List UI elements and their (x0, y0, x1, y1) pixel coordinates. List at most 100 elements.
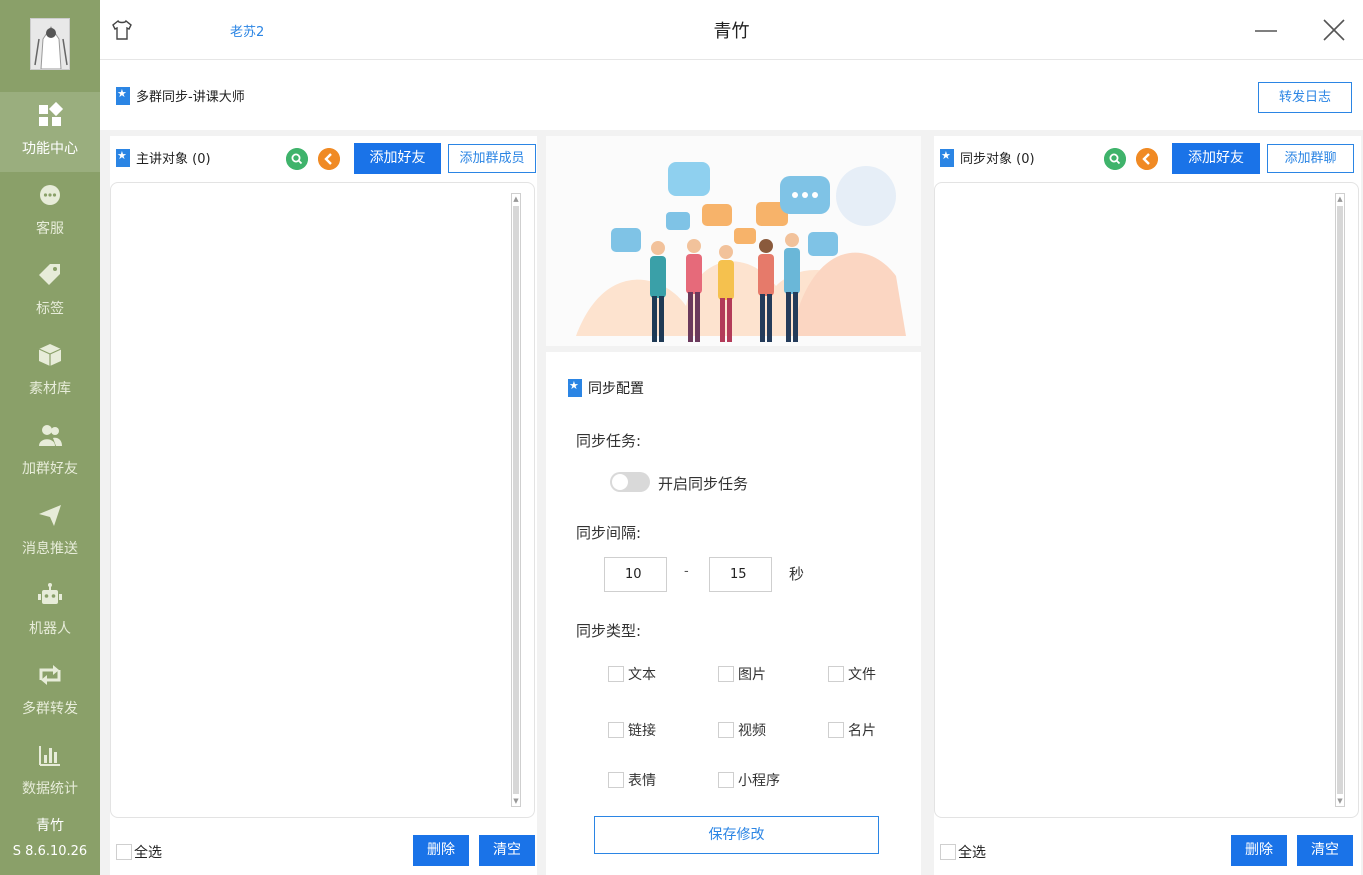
sidebar-item-materials[interactable]: 素材库 (0, 332, 100, 412)
interval-max-input[interactable]: 15 (709, 557, 772, 592)
minimize-icon[interactable] (1250, 14, 1282, 46)
sidebar-item-label: 多群转发 (22, 701, 78, 717)
host-list[interactable]: ▲ ▼ (110, 182, 535, 818)
shirt-icon[interactable] (110, 18, 134, 42)
bookmark-icon (568, 379, 582, 397)
sidebar-item-function-center[interactable]: 功能中心 (0, 92, 100, 172)
checkbox[interactable] (718, 666, 734, 682)
sidebar-item-label: 标签 (36, 301, 64, 317)
clear-button[interactable]: 清空 (479, 835, 535, 866)
panel-title: 同步对象 (0) (940, 148, 1035, 167)
checkbox[interactable] (608, 772, 624, 788)
sidebar-item-add-group-friends[interactable]: 加群好友 (0, 412, 100, 492)
chevron-left-icon[interactable] (318, 148, 340, 170)
host-panel: 主讲对象 (0) 添加好友 添加群成员 ▲ ▼ 全选 删除 清空 (110, 136, 537, 875)
add-friend-button[interactable]: 添加好友 (354, 143, 441, 174)
select-all-checkbox[interactable]: 全选 (940, 842, 986, 862)
sidebar-item-label: 数据统计 (22, 781, 78, 797)
interval-min-input[interactable]: 10 (604, 557, 667, 592)
app-version: S 8.6.10.26 (12, 844, 88, 859)
chevron-left-icon[interactable] (1136, 148, 1158, 170)
scrollbar[interactable]: ▲ ▼ (1335, 193, 1345, 807)
interval-unit: 秒 (789, 565, 805, 583)
sync-target-list[interactable]: ▲ ▼ (934, 182, 1359, 818)
sidebar-item-label: 功能中心 (22, 141, 78, 157)
type-image-checkbox[interactable]: 图片 (718, 664, 766, 684)
clear-button[interactable]: 清空 (1297, 835, 1353, 866)
robot-icon (38, 583, 62, 604)
add-member-button[interactable]: 添加群成员 (448, 144, 536, 173)
checkbox[interactable] (940, 844, 956, 860)
sync-interval-label: 同步间隔: (576, 524, 642, 542)
bookmark-icon (116, 148, 130, 167)
avatar[interactable] (30, 18, 70, 70)
type-file-checkbox[interactable]: 文件 (828, 664, 876, 684)
close-icon[interactable] (1318, 14, 1350, 46)
config-title: 同步配置 (568, 378, 644, 398)
scroll-down-icon[interactable]: ▼ (1336, 796, 1344, 806)
checkbox[interactable] (828, 722, 844, 738)
type-emoji-checkbox[interactable]: 表情 (608, 770, 656, 790)
sidebar-item-label: 素材库 (29, 381, 71, 397)
type-text-checkbox[interactable]: 文本 (608, 664, 656, 684)
type-card-checkbox[interactable]: 名片 (828, 720, 876, 740)
repeat-icon (39, 665, 61, 685)
search-icon[interactable] (286, 148, 308, 170)
panel-header: 同步对象 (0) 添加好友 添加群聊 (934, 136, 1361, 180)
sidebar-item-label: 加群好友 (22, 461, 78, 477)
sidebar-item-robot[interactable]: 机器人 (0, 572, 100, 652)
checkbox[interactable] (828, 666, 844, 682)
sync-task-toggle[interactable] (610, 472, 650, 492)
search-icon[interactable] (1104, 148, 1126, 170)
people-chat-illustration (546, 136, 921, 346)
panel-footer: 全选 删除 清空 (934, 830, 1361, 870)
forward-log-button[interactable]: 转发日志 (1258, 82, 1352, 113)
save-button[interactable]: 保存修改 (594, 816, 879, 854)
panel-footer: 全选 删除 清空 (110, 830, 537, 870)
sidebar-item-label: 客服 (36, 221, 64, 237)
type-video-checkbox[interactable]: 视频 (718, 720, 766, 740)
chart-icon (39, 746, 60, 766)
checkbox[interactable] (718, 722, 734, 738)
send-icon (39, 505, 61, 526)
sidebar-item-customer-service[interactable]: 客服 (0, 172, 100, 252)
type-miniprogram-checkbox[interactable]: 小程序 (718, 770, 780, 790)
scroll-up-icon[interactable]: ▲ (1336, 194, 1344, 204)
delete-button[interactable]: 删除 (413, 835, 469, 866)
scrollbar[interactable]: ▲ ▼ (511, 193, 521, 807)
add-group-button[interactable]: 添加群聊 (1267, 144, 1354, 173)
add-friend-button[interactable]: 添加好友 (1172, 143, 1260, 174)
toggle-label: 开启同步任务 (658, 475, 749, 493)
title-bar: 老苏2 青竹 (100, 0, 1363, 60)
panel-title: 主讲对象 (0) (116, 148, 211, 167)
sidebar-item-tags[interactable]: 标签 (0, 252, 100, 332)
sidebar-item-message-push[interactable]: 消息推送 (0, 492, 100, 572)
delete-button[interactable]: 删除 (1231, 835, 1287, 866)
checkbox[interactable] (608, 666, 624, 682)
checkbox[interactable] (116, 844, 132, 860)
select-all-checkbox[interactable]: 全选 (116, 842, 162, 862)
window-title: 青竹 (713, 21, 750, 42)
sidebar-item-label: 消息推送 (22, 541, 78, 557)
sync-task-label: 同步任务: (576, 432, 642, 450)
scroll-up-icon[interactable]: ▲ (512, 194, 520, 204)
scroll-thumb[interactable] (513, 206, 519, 794)
sync-type-label: 同步类型: (576, 622, 642, 640)
sidebar: 功能中心 客服 标签 素材库 加群好友 消息推送 机器人 多群转发 数据统计 青… (0, 0, 100, 875)
sidebar-item-multi-forward[interactable]: 多群转发 (0, 652, 100, 732)
sync-target-panel: 同步对象 (0) 添加好友 添加群聊 ▲ ▼ 全选 删除 清空 (934, 136, 1361, 875)
interval-separator: - (684, 564, 689, 579)
checkbox[interactable] (718, 772, 734, 788)
sync-config-panel: 同步配置 同步任务: 开启同步任务 同步间隔: 10 - 15 秒 同步类型: … (546, 352, 921, 875)
checkbox[interactable] (608, 722, 624, 738)
username-link[interactable]: 老苏2 (230, 21, 264, 40)
scroll-thumb[interactable] (1337, 206, 1343, 794)
tag-icon (39, 264, 60, 285)
sidebar-item-statistics[interactable]: 数据统计 (0, 732, 100, 812)
type-link-checkbox[interactable]: 链接 (608, 720, 656, 740)
app-name: 青竹 (36, 818, 64, 834)
grid-icon (39, 102, 64, 126)
page-title: 多群同步-讲课大师 (116, 86, 245, 105)
scroll-down-icon[interactable]: ▼ (512, 796, 520, 806)
bookmark-icon (116, 86, 130, 105)
